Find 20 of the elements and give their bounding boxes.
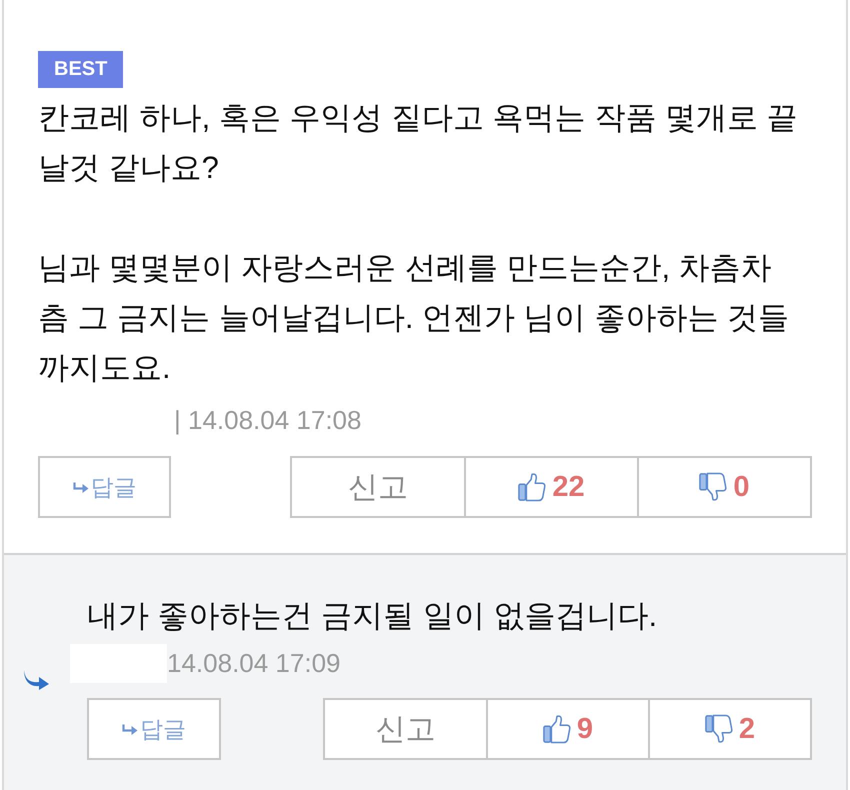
thumbs-up-icon: [518, 472, 546, 502]
comment-text: 내가 좋아하는건 금지될 일이 없을겁니다.: [87, 597, 658, 635]
comment-timestamp: | 14.08.04 17:08: [174, 404, 362, 436]
dislike-button[interactable]: 2: [648, 698, 812, 760]
report-button[interactable]: 신고: [323, 698, 488, 760]
reply-arrow-icon: [122, 724, 138, 734]
dislike-button[interactable]: 0: [637, 456, 812, 518]
comment-text: 님과 몇몇분이 자랑스러운 선례를 만드는순간, 차츰차츰 그 금지는 늘어날겁니다. 언젠가 님이 좋아하는 것들까지도요.: [38, 249, 790, 387]
thumbs-up-icon: [542, 714, 571, 744]
best-badge: BEST: [38, 51, 124, 88]
comment-text: 칸코레 하나, 혹은 우익성 짙다고 욕먹는 작품 몇개로 끝날것 같나요?: [38, 99, 799, 187]
report-button[interactable]: 신고: [290, 456, 466, 518]
like-button[interactable]: 9: [486, 698, 650, 760]
like-button[interactable]: 22: [464, 456, 639, 518]
thumbs-down-icon: [704, 714, 733, 744]
thumbs-down-icon: [699, 472, 728, 502]
reply-button[interactable]: 답글: [38, 456, 171, 518]
reply-button[interactable]: 답글: [87, 698, 221, 760]
reply-arrow-icon: [72, 482, 88, 492]
comment-timestamp: 14.08.04 17:09: [167, 648, 340, 678]
